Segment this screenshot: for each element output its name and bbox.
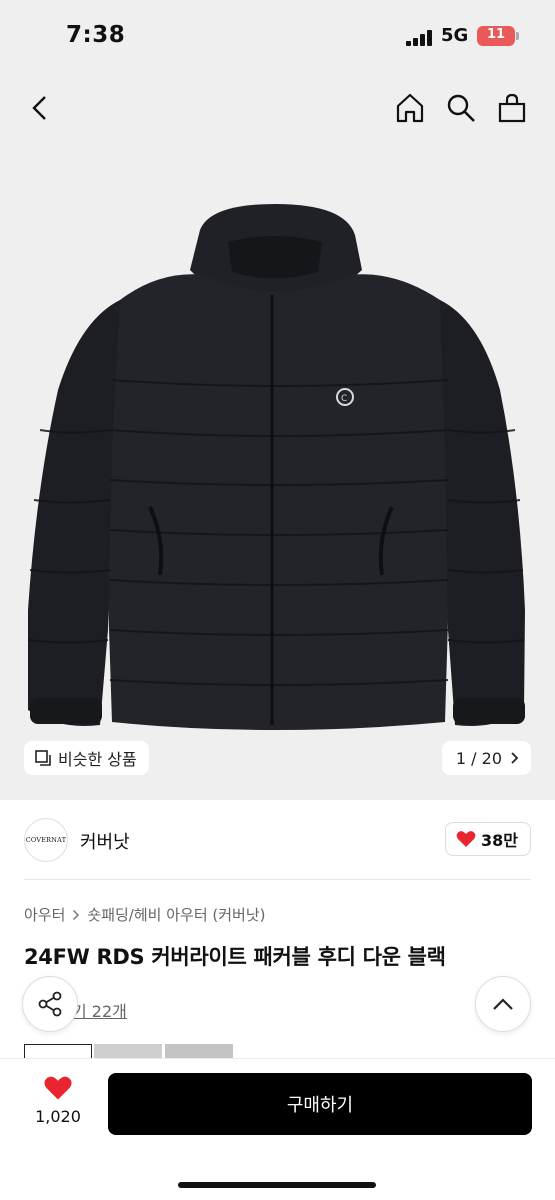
image-counter[interactable]: 1 / 20 [441, 741, 531, 775]
seller-like-count: 38만 [481, 831, 518, 850]
bottom-action-bar: 1,020 구매하기 [0, 1058, 555, 1200]
seller-name[interactable]: 커버낫 [80, 828, 130, 854]
image-counter-text: 1 / 20 [455, 748, 502, 768]
scroll-top-button[interactable] [475, 976, 531, 1032]
breadcrumb-item[interactable]: 아우터 [24, 904, 65, 925]
status-time: 7:38 [66, 22, 126, 48]
seller-like-button[interactable]: 38만 [445, 822, 531, 856]
heart-icon [44, 1076, 72, 1100]
chevron-right-icon [73, 909, 80, 920]
product-image: C [27, 204, 525, 730]
share-button[interactable] [22, 976, 78, 1032]
similar-icon [35, 750, 51, 766]
share-icon [38, 991, 62, 1017]
network-label: 5G [441, 25, 469, 46]
wishlist-button[interactable]: 1,020 [30, 1075, 86, 1126]
home-icon [396, 93, 424, 123]
similar-label: 비슷한 상품 [58, 750, 137, 769]
wishlist-count: 1,020 [35, 1107, 81, 1126]
search-icon [447, 94, 475, 122]
divider [24, 879, 531, 880]
cart-button[interactable] [492, 88, 532, 128]
chevron-left-icon [32, 96, 46, 120]
status-bar: 7:38 5G 11 [0, 0, 555, 70]
battery-tip [516, 32, 519, 40]
signal-icon [406, 30, 434, 46]
home-indicator [178, 1182, 376, 1188]
breadcrumb: 아우터 숏패딩/헤비 아우터 (커버낫) [24, 904, 266, 925]
product-title: 24FW RDS 커버라이트 패커블 후디 다운 블랙 [24, 945, 446, 969]
review-link[interactable]: 기 22개 [72, 998, 127, 1022]
shopping-bag-icon [498, 93, 526, 123]
search-button[interactable] [441, 88, 481, 128]
battery-icon: 11 [477, 26, 515, 46]
chevron-up-icon [493, 998, 513, 1010]
product-image-carousel[interactable]: C 비슷한 상품 1 / 20 [0, 70, 555, 800]
back-button[interactable] [20, 88, 60, 128]
similar-products-button[interactable]: 비슷한 상품 [24, 741, 149, 775]
seller-row[interactable]: COVERNAT 커버낫 38만 [0, 800, 555, 880]
chevron-right-icon [511, 752, 519, 764]
svg-text:C: C [341, 394, 347, 404]
home-button[interactable] [390, 88, 430, 128]
buy-button[interactable]: 구매하기 [108, 1073, 532, 1135]
seller-logo[interactable]: COVERNAT [24, 818, 68, 862]
heart-icon [456, 831, 476, 847]
battery-level: 11 [486, 27, 506, 42]
breadcrumb-item[interactable]: 숏패딩/헤비 아우터 (커버낫) [87, 904, 265, 925]
